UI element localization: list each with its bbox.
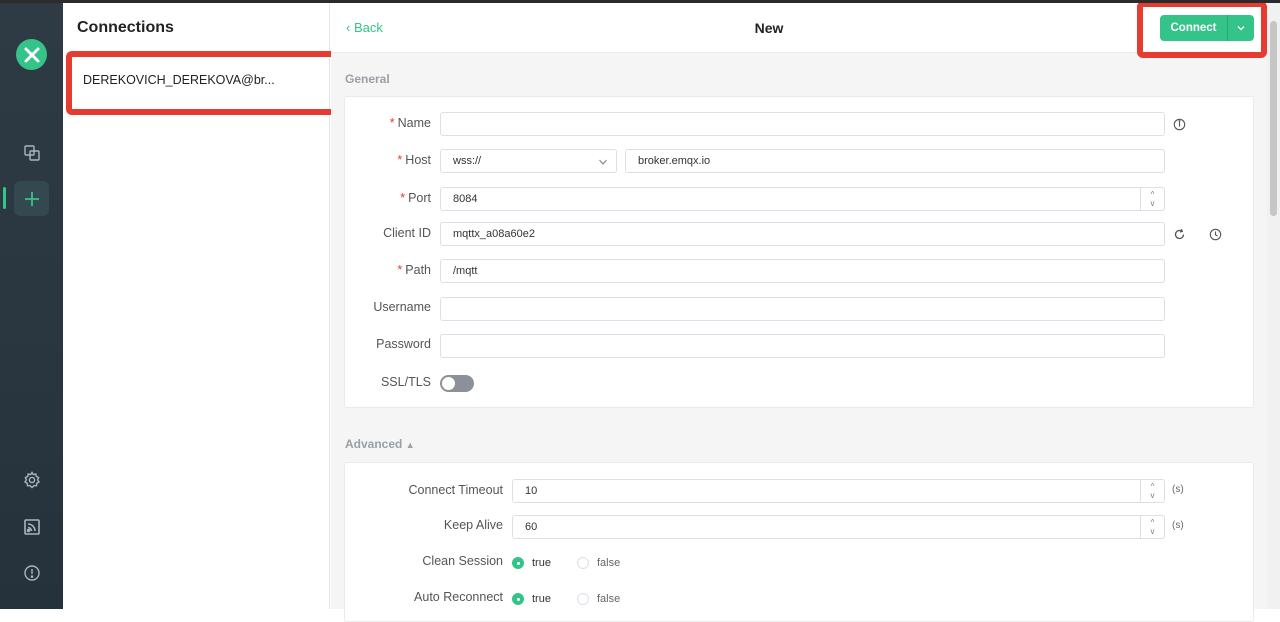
chevron-up-icon: ^ bbox=[1150, 482, 1155, 491]
settings-icon[interactable] bbox=[14, 462, 49, 497]
host-row: * Host bbox=[397, 153, 431, 167]
client-id-input[interactable]: mqttx_a08a60e2 bbox=[440, 222, 1165, 246]
refresh-icon[interactable] bbox=[1171, 226, 1187, 242]
name-input[interactable] bbox=[440, 112, 1165, 136]
auto-reconnect-row: Auto Reconnect bbox=[345, 586, 503, 610]
window-top-border bbox=[0, 0, 1280, 3]
password-input[interactable] bbox=[440, 334, 1165, 358]
keep-alive-input[interactable]: 60 ^ v bbox=[512, 515, 1165, 539]
connections-icon[interactable] bbox=[14, 135, 49, 170]
connect-timeout-stepper[interactable]: ^ v bbox=[1140, 480, 1164, 502]
clean-session-false-radio[interactable]: false bbox=[577, 557, 620, 569]
client-id-row: Client ID bbox=[345, 222, 431, 246]
app-sidebar bbox=[0, 0, 63, 609]
new-connection-form: ‹ Back New Connect General * Name * Host w… bbox=[331, 3, 1267, 622]
chevron-down-icon: v bbox=[1150, 491, 1155, 500]
chevron-down-icon: v bbox=[1150, 199, 1155, 208]
ssl-row: SSL/TLS bbox=[345, 371, 431, 395]
protocol-value: wss:// bbox=[453, 155, 482, 167]
name-row: * Name bbox=[345, 112, 431, 136]
host-label: Host bbox=[405, 153, 431, 167]
protocol-select[interactable]: wss:// bbox=[440, 149, 617, 173]
connection-item[interactable]: DEREKOVICH_DEREKOVA@br... bbox=[73, 63, 324, 101]
clean-session-true-radio[interactable]: true bbox=[512, 557, 551, 569]
chevron-down-icon bbox=[1237, 26, 1245, 31]
active-nav-marker bbox=[3, 187, 6, 209]
client-id-label: Client ID bbox=[383, 226, 431, 240]
password-row: Password bbox=[345, 333, 431, 357]
auto-reconnect-label: Auto Reconnect bbox=[414, 590, 503, 604]
username-input[interactable] bbox=[440, 297, 1165, 321]
host-input[interactable]: broker.emqx.io bbox=[625, 149, 1165, 173]
caret-up-icon: ▲ bbox=[405, 440, 415, 450]
keep-alive-row: Keep Alive bbox=[345, 514, 503, 538]
new-connection-icon[interactable] bbox=[14, 181, 49, 216]
ssl-toggle[interactable] bbox=[440, 375, 474, 392]
port-input[interactable]: 8084 ^ v bbox=[440, 187, 1165, 211]
path-row: * Path bbox=[397, 263, 431, 277]
connections-title: Connections bbox=[77, 19, 174, 36]
keep-alive-unit: (s) bbox=[1172, 520, 1184, 531]
clean-session-row: Clean Session bbox=[345, 550, 503, 574]
port-row: * Port bbox=[400, 191, 431, 205]
mqttx-logo-icon bbox=[16, 39, 47, 70]
chevron-down-icon: v bbox=[1150, 527, 1155, 536]
path-label: Path bbox=[405, 263, 431, 277]
general-card: * Name * Host wss:// broker.emqx.io * Port … bbox=[344, 96, 1254, 408]
advanced-section-label[interactable]: Advanced ▲ bbox=[345, 437, 415, 451]
auto-reconnect-false-radio[interactable]: false bbox=[577, 593, 620, 605]
advanced-card: Connect Timeout 10 ^ v (s) Keep Alive 60 … bbox=[344, 462, 1254, 622]
ssl-label: SSL/TLS bbox=[380, 375, 431, 389]
connect-timeout-input[interactable]: 10 ^ v bbox=[512, 479, 1165, 503]
info-icon[interactable] bbox=[1171, 116, 1187, 132]
name-label: Name bbox=[397, 116, 431, 130]
keep-alive-label: Keep Alive bbox=[443, 518, 503, 532]
required-asterisk: * bbox=[389, 116, 395, 130]
username-label: Username bbox=[373, 300, 431, 314]
connect-timeout-unit: (s) bbox=[1172, 484, 1184, 495]
general-section-label: General bbox=[345, 72, 390, 86]
connect-timeout-row: Connect Timeout bbox=[345, 479, 504, 503]
keep-alive-stepper[interactable]: ^ v bbox=[1140, 516, 1164, 538]
scrollbar[interactable] bbox=[1267, 3, 1280, 609]
connect-timeout-label: Connect Timeout bbox=[408, 483, 504, 497]
auto-reconnect-true-radio[interactable]: true bbox=[512, 593, 551, 605]
scrollbar-thumb[interactable] bbox=[1270, 21, 1277, 216]
feed-icon[interactable] bbox=[14, 509, 49, 544]
form-header: ‹ Back New Connect bbox=[331, 3, 1267, 53]
connect-dropdown-button[interactable] bbox=[1228, 15, 1254, 41]
path-input[interactable]: /mqtt bbox=[440, 259, 1165, 283]
password-label: Password bbox=[376, 337, 431, 351]
page-title: New bbox=[754, 20, 784, 36]
chevron-up-icon: ^ bbox=[1150, 190, 1155, 199]
connections-panel: Connections DEREKOVICH_DEREKOVA@br... bbox=[63, 3, 330, 609]
chevron-down-icon bbox=[599, 159, 607, 165]
clean-session-label: Clean Session bbox=[422, 554, 503, 568]
connect-button[interactable]: Connect bbox=[1160, 15, 1228, 41]
about-icon[interactable] bbox=[14, 555, 49, 590]
clock-icon[interactable] bbox=[1207, 226, 1223, 242]
chevron-up-icon: ^ bbox=[1150, 518, 1155, 527]
connect-button-group: Connect bbox=[1160, 15, 1254, 41]
port-stepper[interactable]: ^ v bbox=[1140, 188, 1164, 210]
port-label: Port bbox=[408, 191, 431, 205]
username-row: Username bbox=[345, 296, 431, 320]
